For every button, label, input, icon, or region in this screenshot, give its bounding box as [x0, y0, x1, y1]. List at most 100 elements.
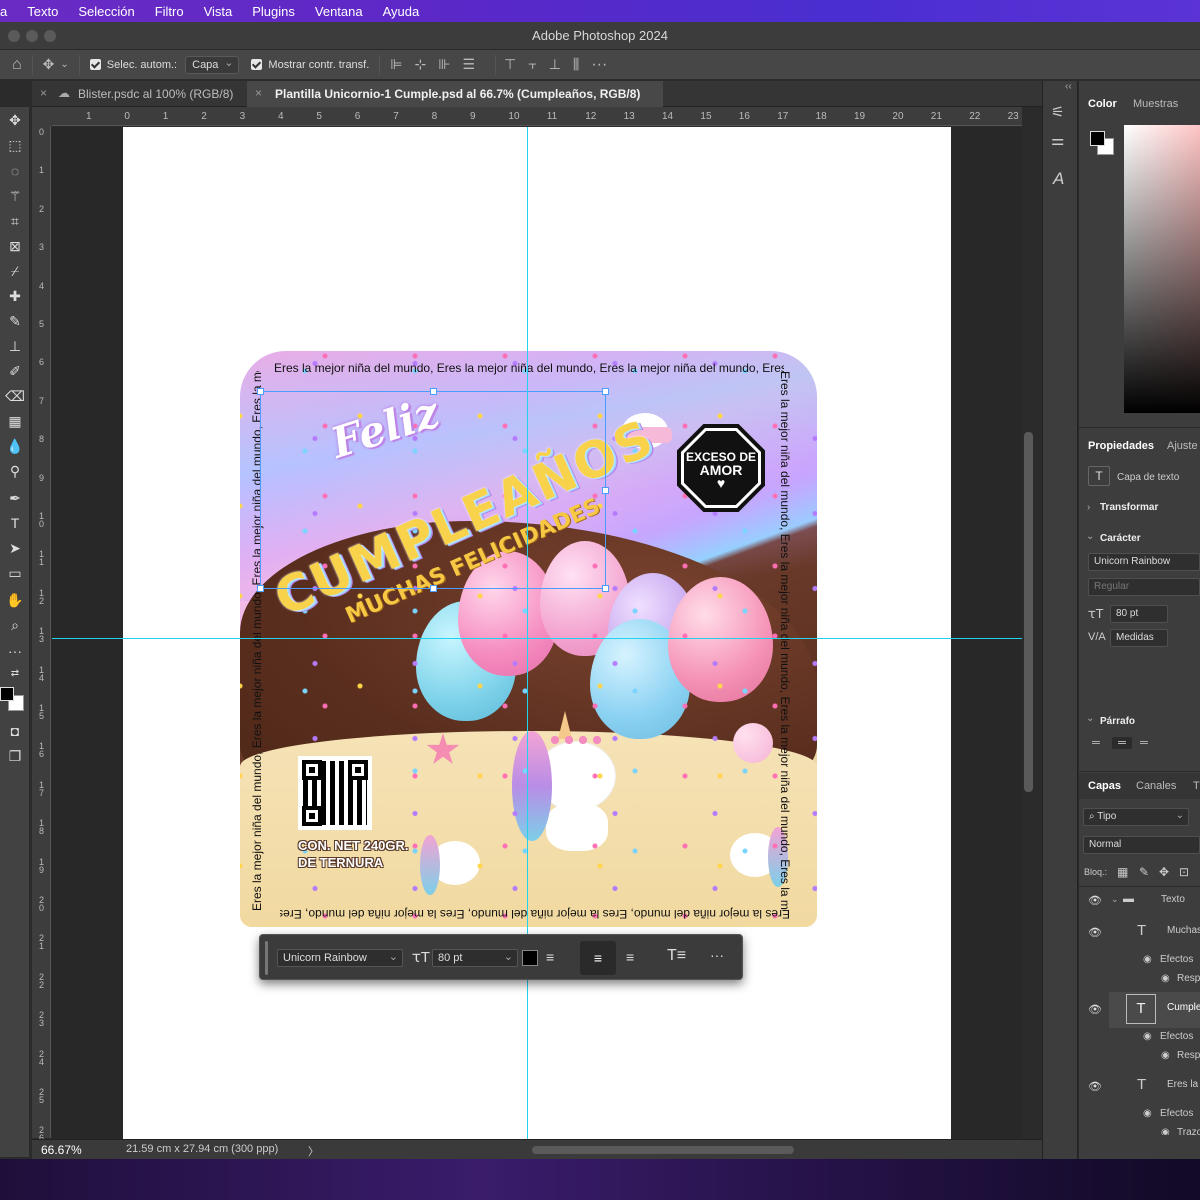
- align-bottom-icon[interactable]: ⊥: [549, 56, 561, 73]
- more-tools-icon[interactable]: ···: [3, 640, 27, 662]
- font-family-dropdown[interactable]: Unicorn Rainbow ⌄: [277, 949, 403, 967]
- show-transform-checkbox[interactable]: [251, 59, 263, 70]
- chevron-down-icon[interactable]: ⌄: [1086, 713, 1094, 724]
- rectangle-tool-icon[interactable]: ▭: [3, 562, 27, 584]
- border-text-bottom[interactable]: Eres la mejor niña del mundo, Eres la me…: [280, 907, 790, 921]
- adjustments-icon[interactable]: ⚌: [1051, 131, 1064, 149]
- align-center-text-icon[interactable]: ≡: [580, 941, 616, 975]
- vertical-guide[interactable]: [527, 127, 528, 1139]
- border-text-right[interactable]: Eres la mejor niña del mundo, Eres la me…: [778, 371, 792, 911]
- tab-adjustments[interactable]: Ajuste: [1167, 440, 1198, 452]
- align-center-paragraph-icon[interactable]: ═: [1112, 737, 1132, 749]
- layer-row[interactable]: T Muchas: [1109, 917, 1200, 949]
- blur-tool-icon[interactable]: 💧: [3, 435, 27, 457]
- layer-row[interactable]: 👁 ⌄ ▬ Texto: [1079, 889, 1200, 913]
- kerning-field[interactable]: Medidas: [1110, 629, 1168, 647]
- dodge-tool-icon[interactable]: ⚲: [3, 460, 27, 482]
- home-icon[interactable]: ⌂: [12, 56, 22, 74]
- menu-item-window[interactable]: Ventana: [315, 4, 363, 19]
- magic-wand-tool-icon[interactable]: ⚚: [3, 185, 27, 207]
- eyedropper-tool-icon[interactable]: ⌿: [3, 260, 27, 282]
- layer-row-selected[interactable]: T Cumple: [1109, 992, 1200, 1028]
- eye-icon[interactable]: ◉: [1143, 1108, 1152, 1119]
- tab-paths[interactable]: T: [1193, 780, 1200, 792]
- zoom-tool-icon[interactable]: ⌕: [3, 614, 27, 636]
- chevron-right-icon[interactable]: ›: [1087, 502, 1090, 513]
- gradient-tool-icon[interactable]: ▦: [3, 410, 27, 432]
- eye-icon[interactable]: 👁: [1088, 926, 1102, 939]
- lock-artboard-icon[interactable]: ⊡: [1179, 865, 1189, 879]
- close-tab-icon[interactable]: ×: [255, 86, 262, 100]
- menu-item-selection[interactable]: Selección: [78, 4, 134, 19]
- drag-handle[interactable]: [265, 941, 268, 975]
- lock-position-icon[interactable]: ✥: [1159, 865, 1169, 879]
- healing-brush-tool-icon[interactable]: ✚: [3, 285, 27, 307]
- tab-swatches[interactable]: Muestras: [1133, 98, 1178, 110]
- align-right-paragraph-icon[interactable]: ═: [1140, 737, 1148, 749]
- layer-effect-item[interactable]: ◉ Resp: [1109, 1048, 1200, 1066]
- history-brush-tool-icon[interactable]: ✐: [3, 360, 27, 382]
- text-options-icon[interactable]: T≡: [667, 947, 686, 965]
- layer-effects-row[interactable]: ◉ Efectos: [1109, 1029, 1200, 1047]
- collapse-dock-icon[interactable]: ‹‹: [1065, 81, 1072, 92]
- menu-item-view[interactable]: Vista: [204, 4, 233, 19]
- transform-section[interactable]: Transformar: [1100, 502, 1158, 513]
- layer-effect-item[interactable]: ◉ Resp: [1109, 971, 1200, 989]
- menu-item-text[interactable]: Texto: [27, 4, 58, 19]
- align-left-text-icon[interactable]: ≡: [546, 949, 554, 965]
- swap-colors-icon[interactable]: ⇄: [3, 663, 27, 685]
- transform-bounding-box[interactable]: [257, 388, 609, 592]
- glyphs-icon[interactable]: A: [1053, 169, 1064, 189]
- foreground-color-swatch[interactable]: [0, 687, 14, 701]
- eye-icon[interactable]: ◉: [1161, 1127, 1170, 1135]
- font-style-field[interactable]: Regular: [1088, 578, 1200, 596]
- tab-blister[interactable]: × ☁ Blister.psdc al 100% (RGB/8): [32, 81, 247, 107]
- eye-icon[interactable]: 👁: [1088, 1003, 1102, 1016]
- align-middle-icon[interactable]: ⫟: [528, 56, 536, 73]
- eraser-tool-icon[interactable]: ⌫: [3, 385, 27, 407]
- align-left-icon[interactable]: ⊫: [390, 56, 402, 73]
- horizontal-guide[interactable]: [52, 638, 1022, 639]
- eye-icon[interactable]: 👁: [1088, 894, 1102, 907]
- layer-effects-row[interactable]: ◉ Efectos: [1109, 1106, 1200, 1124]
- font-size-dropdown[interactable]: 80 pt ⌄: [432, 949, 518, 967]
- status-menu-arrow[interactable]: 〉: [308, 1143, 319, 1159]
- stamp-tool-icon[interactable]: ⊥: [3, 335, 27, 357]
- more-options-icon[interactable]: ···: [591, 56, 607, 74]
- quick-mask-icon[interactable]: ◘: [3, 720, 27, 742]
- menu-item-edit[interactable]: a: [0, 4, 7, 19]
- distribute-v-icon[interactable]: ⫼: [573, 56, 579, 73]
- blend-mode-dropdown[interactable]: Normal: [1083, 836, 1200, 854]
- vertical-scrollbar[interactable]: [1024, 432, 1033, 792]
- move-tool-icon[interactable]: ✥: [3, 109, 27, 131]
- tab-channels[interactable]: Canales: [1136, 780, 1176, 792]
- layer-filter-dropdown[interactable]: ⌕ Tipo ⌄: [1083, 808, 1189, 826]
- align-top-icon[interactable]: ⊤: [504, 56, 516, 73]
- align-right-text-icon[interactable]: ≡: [626, 949, 634, 965]
- lasso-tool-icon[interactable]: ◌: [3, 160, 27, 182]
- layer-effects-row[interactable]: ◉ Efectos: [1109, 952, 1200, 970]
- paragraph-section[interactable]: Párrafo: [1100, 716, 1135, 727]
- brush-tool-icon[interactable]: ✎: [3, 310, 27, 332]
- menu-item-plugins[interactable]: Plugins: [252, 4, 295, 19]
- tab-properties[interactable]: Propiedades: [1088, 440, 1154, 452]
- marquee-tool-icon[interactable]: ⬚: [3, 134, 27, 156]
- font-size-field[interactable]: 80 pt: [1110, 605, 1168, 623]
- brush-settings-icon[interactable]: ⚟: [1051, 103, 1064, 121]
- type-tool-icon[interactable]: T: [3, 512, 27, 534]
- eye-icon[interactable]: ◉: [1143, 954, 1152, 965]
- crop-tool-icon[interactable]: ⌗: [3, 210, 27, 232]
- path-selection-tool-icon[interactable]: ➤: [3, 537, 27, 559]
- color-picker-field[interactable]: [1124, 125, 1200, 413]
- tab-layers[interactable]: Capas: [1088, 780, 1121, 792]
- character-section[interactable]: Carácter: [1100, 533, 1141, 544]
- horizontal-scrollbar[interactable]: [532, 1146, 794, 1154]
- eye-icon[interactable]: ◉: [1143, 1031, 1152, 1042]
- menu-item-filter[interactable]: Filtro: [155, 4, 184, 19]
- lock-transparent-icon[interactable]: ▦: [1117, 865, 1128, 879]
- layer-effect-item[interactable]: ◉ Trazo: [1109, 1125, 1200, 1135]
- chevron-down-icon[interactable]: ⌄: [60, 59, 68, 70]
- auto-select-checkbox[interactable]: [89, 59, 101, 70]
- canvas-area[interactable]: Feliz CUMPLEAÑOS MUCHAS FELICIDADES EXCE…: [52, 127, 1022, 1139]
- align-center-h-icon[interactable]: ⊹: [415, 56, 427, 73]
